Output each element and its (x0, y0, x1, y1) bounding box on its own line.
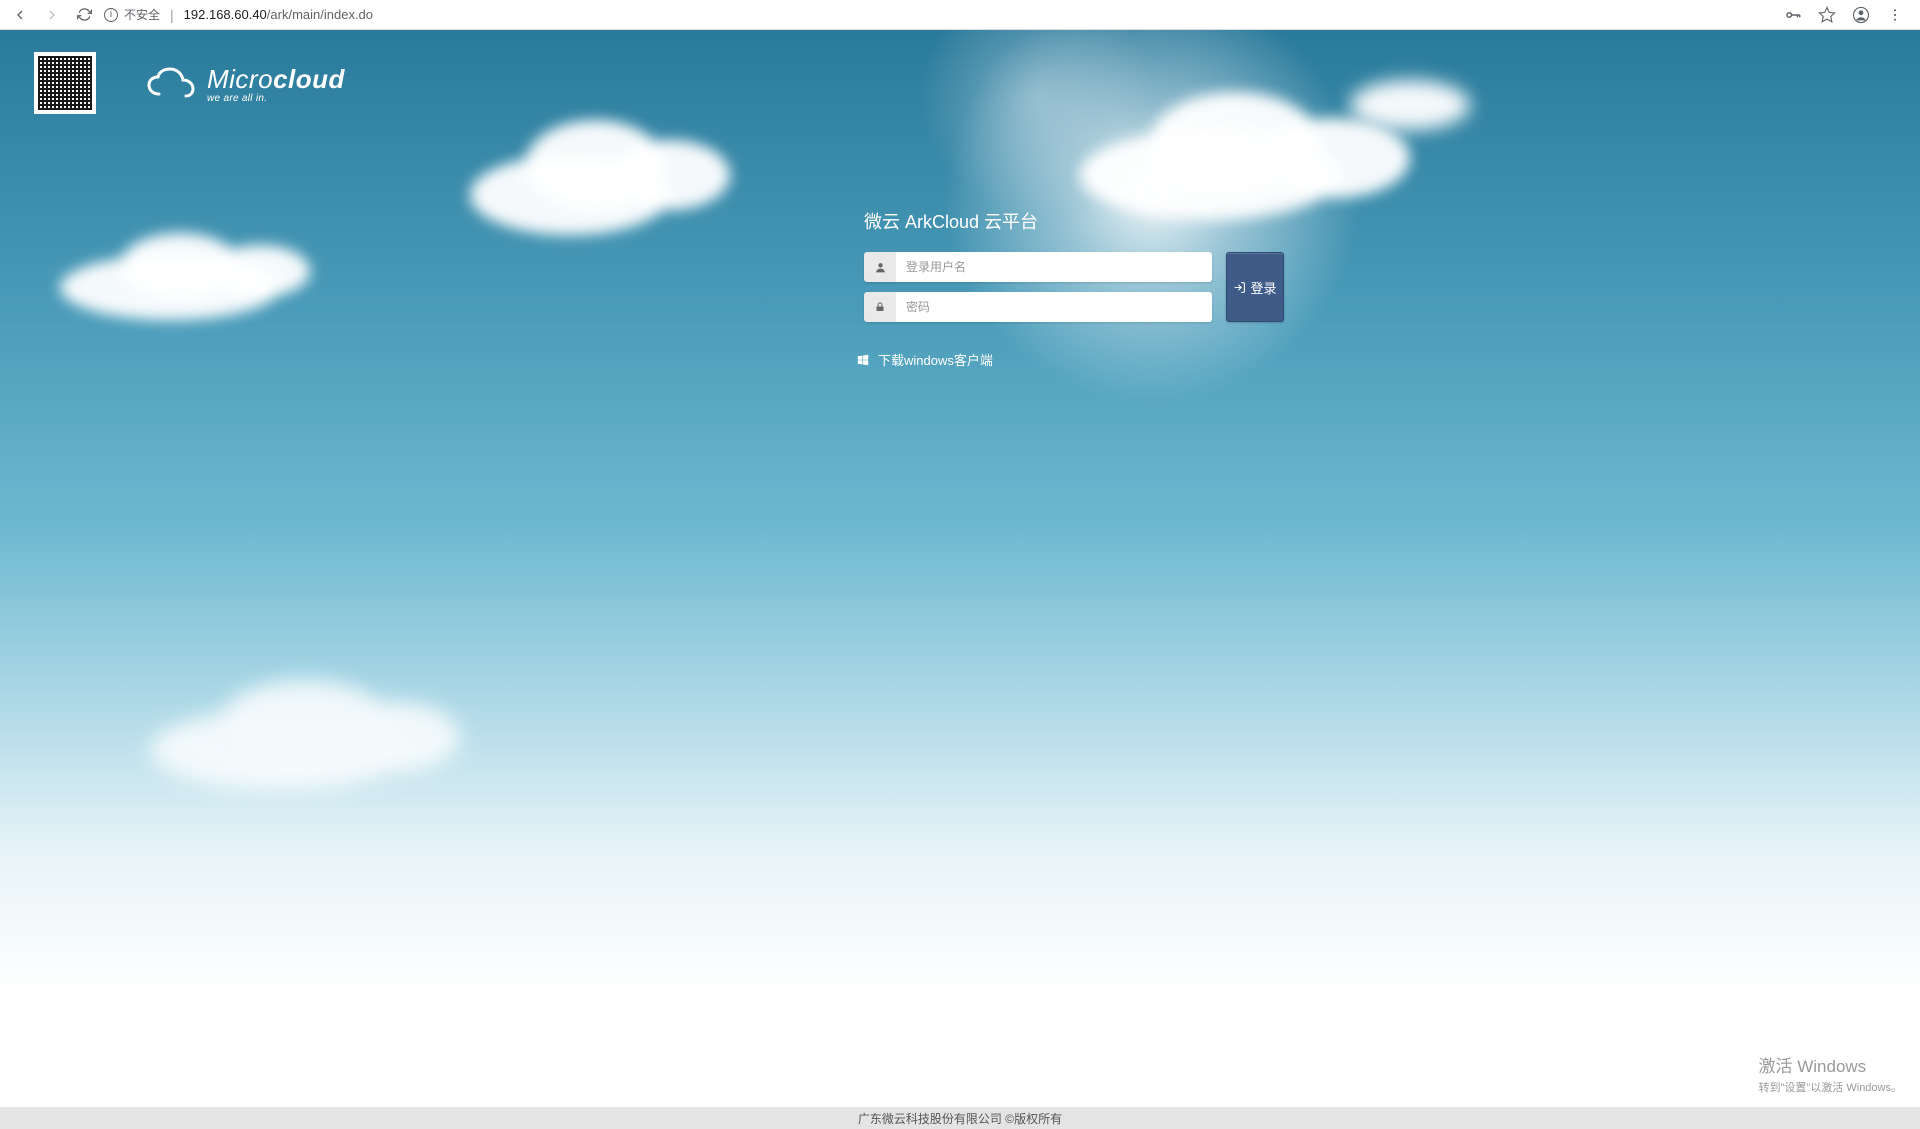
windows-activation-watermark: 激活 Windows 转到"设置"以激活 Windows。 (1759, 1052, 1903, 1095)
password-input[interactable] (896, 292, 1212, 322)
browser-right-icons (1784, 6, 1904, 24)
security-badge[interactable]: i 不安全 (104, 6, 160, 23)
logo-text: Microcloud (207, 66, 345, 92)
lock-icon (864, 292, 896, 322)
username-input[interactable] (896, 252, 1212, 282)
cloud-decoration (1080, 130, 1340, 220)
copyright-text: 广东微云科技股份有限公司 ©版权所有 (858, 1110, 1062, 1127)
page-footer: 广东微云科技股份有限公司 ©版权所有 (0, 1107, 1920, 1129)
address-separator: | (170, 7, 174, 23)
browser-address-bar: i 不安全 | 192.168.60.40/ark/main/index.do (0, 0, 1920, 30)
login-panel: 微云 ArkCloud 云平台 登录 (864, 208, 1284, 322)
menu-icon[interactable] (1886, 6, 1904, 24)
logo-tagline: we are all in. (207, 94, 345, 104)
login-button[interactable]: 登录 (1226, 252, 1284, 322)
cloud-decoration (1350, 80, 1470, 130)
windows-icon (856, 353, 870, 367)
security-label: 不安全 (124, 6, 160, 23)
info-icon: i (104, 8, 118, 22)
account-icon[interactable] (1852, 6, 1870, 24)
forward-button[interactable] (44, 7, 60, 23)
brand-logo: Microcloud we are all in. (145, 66, 345, 104)
url-host: 192.168.60.40 (184, 7, 267, 22)
watermark-sub: 转到"设置"以激活 Windows。 (1759, 1079, 1903, 1095)
url-path: /ark/main/index.do (267, 7, 373, 22)
signin-icon (1233, 281, 1246, 294)
cloud-decoration (470, 155, 670, 235)
reload-button[interactable] (76, 7, 92, 23)
address-area[interactable]: i 不安全 | 192.168.60.40/ark/main/index.do (104, 6, 1772, 23)
cloud-icon (145, 66, 197, 104)
watermark-title: 激活 Windows (1759, 1052, 1903, 1077)
cloud-decoration (60, 255, 280, 320)
nav-button-group (12, 7, 92, 23)
page-content: Microcloud we are all in. 微云 ArkCloud 云平… (0, 30, 1920, 1129)
login-title: 微云 ArkCloud 云平台 (864, 208, 1284, 234)
back-button[interactable] (12, 7, 28, 23)
star-icon[interactable] (1818, 6, 1836, 24)
cloud-decoration (150, 710, 410, 790)
qr-code[interactable] (34, 52, 96, 114)
login-button-label: 登录 (1250, 278, 1276, 297)
qr-code-pattern (38, 56, 92, 110)
download-link[interactable]: 下载windows客户端 (856, 350, 993, 369)
address-text: 192.168.60.40/ark/main/index.do (184, 7, 373, 22)
user-icon (864, 252, 896, 282)
key-icon[interactable] (1784, 6, 1802, 24)
download-label: 下载windows客户端 (878, 350, 993, 369)
password-group (864, 292, 1212, 322)
username-group (864, 252, 1212, 282)
